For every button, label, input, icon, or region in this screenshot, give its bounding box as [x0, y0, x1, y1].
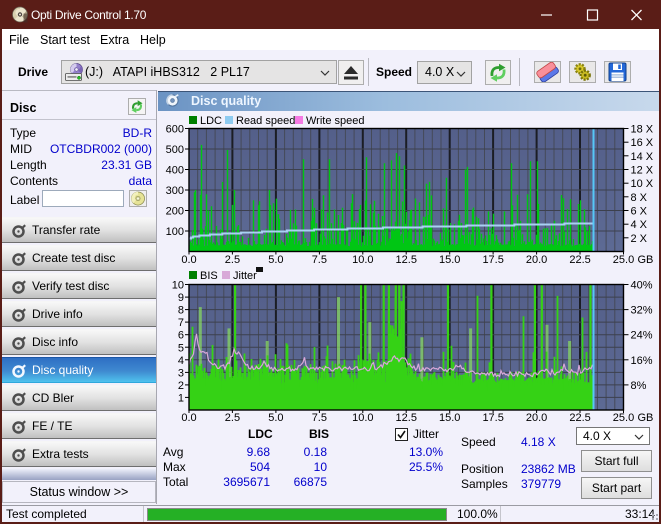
svg-text:4: 4 [178, 355, 184, 367]
svg-text:GB: GB [638, 412, 654, 424]
svg-text:5.0: 5.0 [268, 254, 283, 266]
svg-text:40%: 40% [631, 280, 653, 292]
svg-text:500: 500 [166, 144, 184, 156]
svg-text:25.0: 25.0 [613, 254, 634, 266]
svg-text:16 X: 16 X [631, 137, 654, 149]
svg-text:10.0: 10.0 [352, 254, 373, 266]
svg-text:400: 400 [166, 165, 184, 177]
svg-text:Jitter: Jitter [233, 270, 257, 282]
svg-text:10.0: 10.0 [352, 412, 373, 424]
svg-text:15.0: 15.0 [439, 412, 460, 424]
svg-text:17.5: 17.5 [482, 412, 503, 424]
svg-text:7.5: 7.5 [312, 254, 327, 266]
svg-text:6 X: 6 X [631, 206, 648, 218]
svg-text:17.5: 17.5 [482, 254, 503, 266]
svg-text:5: 5 [178, 342, 184, 354]
svg-text:8 X: 8 X [631, 192, 648, 204]
svg-text:5.0: 5.0 [268, 412, 283, 424]
svg-text:14 X: 14 X [631, 151, 654, 163]
svg-text:24%: 24% [631, 330, 653, 342]
svg-text:12 X: 12 X [631, 165, 654, 177]
svg-text:10 X: 10 X [631, 178, 654, 190]
svg-text:Write speed: Write speed [306, 115, 365, 127]
svg-text:LDC: LDC [200, 115, 222, 127]
svg-text:2.5: 2.5 [225, 412, 240, 424]
svg-text:18 X: 18 X [631, 124, 654, 136]
svg-text:8%: 8% [631, 380, 647, 392]
svg-text:Disc quality: Disc quality [191, 94, 261, 108]
svg-text:7: 7 [178, 317, 184, 329]
svg-text:32%: 32% [631, 305, 653, 317]
svg-text:600: 600 [166, 124, 184, 136]
svg-text:10: 10 [172, 280, 184, 292]
svg-text:300: 300 [166, 185, 184, 197]
svg-text:100: 100 [166, 226, 184, 238]
svg-text:20.0: 20.0 [526, 412, 547, 424]
svg-text:0.0: 0.0 [181, 412, 196, 424]
svg-text:2.5: 2.5 [225, 254, 240, 266]
svg-text:1: 1 [178, 392, 184, 404]
svg-text:2: 2 [178, 380, 184, 392]
svg-text:20.0: 20.0 [526, 254, 547, 266]
svg-text:9: 9 [178, 292, 184, 304]
svg-text:200: 200 [166, 206, 184, 218]
svg-text:15.0: 15.0 [439, 254, 460, 266]
svg-text:3: 3 [178, 367, 184, 379]
svg-text:22.5: 22.5 [569, 412, 590, 424]
svg-text:0.0: 0.0 [181, 254, 196, 266]
svg-text:6: 6 [178, 330, 184, 342]
svg-text:BIS: BIS [200, 270, 218, 282]
svg-text:12.5: 12.5 [396, 254, 417, 266]
svg-text:4 X: 4 X [631, 219, 648, 231]
svg-text:25.0: 25.0 [613, 412, 634, 424]
svg-text:GB: GB [638, 254, 654, 266]
svg-text:2 X: 2 X [631, 233, 648, 245]
svg-text:Read speed: Read speed [236, 115, 295, 127]
svg-text:7.5: 7.5 [312, 412, 327, 424]
svg-text:16%: 16% [631, 355, 653, 367]
svg-text:12.5: 12.5 [396, 412, 417, 424]
svg-text:8: 8 [178, 305, 184, 317]
svg-text:22.5: 22.5 [569, 254, 590, 266]
